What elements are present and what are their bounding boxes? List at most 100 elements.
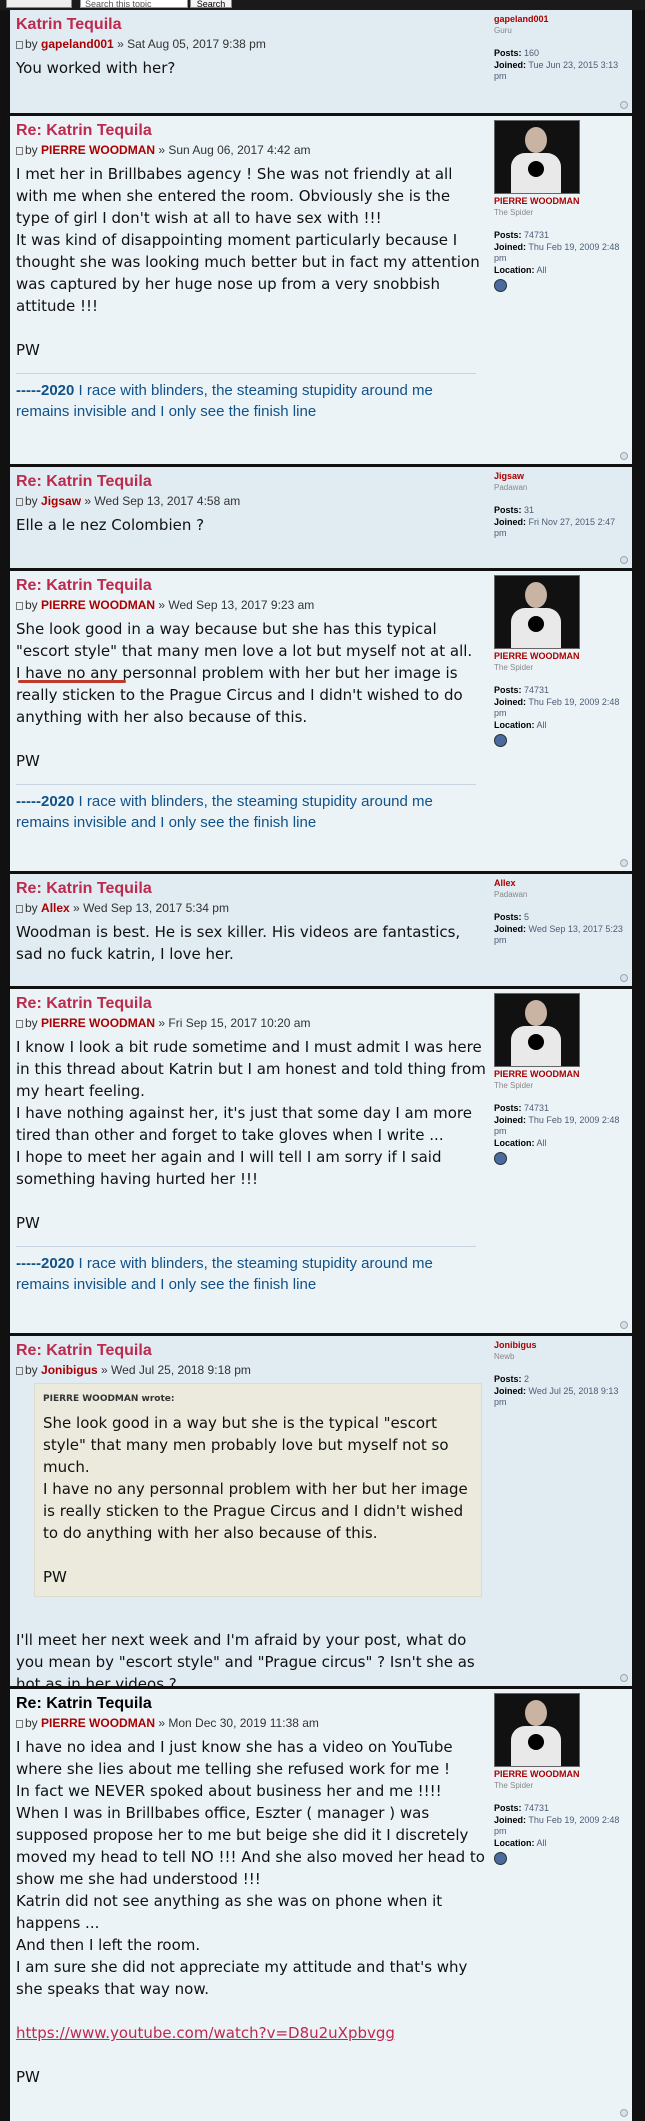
profile-name[interactable]: PIERRE WOODMAN [494,651,624,662]
post-link-icon[interactable] [16,1367,23,1375]
post-profile: PIERRE WOODMAN The Spider Posts: 74731 J… [494,120,624,292]
back-to-top-icon[interactable] [620,974,628,982]
youtube-link[interactable]: https://www.youtube.com/watch?v=D8u2uXpb… [16,2024,395,2042]
post-body: Re: Katrin Tequila by Allex » Wed Sep 13… [16,878,486,965]
post-content: You worked with her? [16,57,486,79]
profile-name[interactable]: PIERRE WOODMAN [494,1069,624,1080]
post-title[interactable]: Re: Katrin Tequila [16,577,486,595]
avatar[interactable] [494,575,580,649]
post: Katrin Tequila by gapeland001 » Sat Aug … [10,10,632,113]
post-date: Wed Sep 13, 2017 5:34 pm [83,901,229,915]
post-date: Wed Jul 25, 2018 9:18 pm [111,1363,251,1377]
post-body: Re: Katrin Tequila by PIERRE WOODMAN » F… [16,993,486,1295]
post-link-icon[interactable] [16,41,23,49]
post-content: I met her in Brillbabes agency ! She was… [16,163,486,361]
profile-posts: Posts: 2 [494,1374,530,1384]
profile-name[interactable]: PIERRE WOODMAN [494,1769,624,1780]
post-line: I hope to meet her again and I will tell… [16,1148,442,1188]
avatar[interactable] [494,993,580,1067]
post-link-icon[interactable] [16,1020,23,1028]
post-title[interactable]: Re: Katrin Tequila [16,880,486,898]
profile-rank: The Spider [494,663,534,672]
post-link-icon[interactable] [16,905,23,913]
search-input[interactable]: Search this topic [80,0,188,8]
post-profile: Allex Padawan Posts: 5 Joined: Wed Sep 1… [494,878,624,947]
back-to-top-icon[interactable] [620,452,628,460]
signature-text: I race with blinders, the steaming stupi… [16,1255,433,1293]
back-to-top-icon[interactable] [620,1674,628,1682]
post-author-line: by gapeland001 » Sat Aug 05, 2017 9:38 p… [16,37,486,51]
profile-location: Location: All [494,265,547,275]
back-to-top-icon[interactable] [620,859,628,867]
back-to-top-icon[interactable] [620,101,628,109]
profile-joined: Joined: Tue Jun 23, 2015 3:13 pm [494,60,619,81]
post-line: PW [16,752,40,770]
by-label: by [25,598,38,612]
post-line: When I was in Brillbabes office, Eszter … [16,1804,485,1888]
post-author-line: by PIERRE WOODMAN » Sun Aug 06, 2017 4:4… [16,143,486,157]
post-link-icon[interactable] [16,602,23,610]
post-link-icon[interactable] [16,498,23,506]
avatar[interactable] [494,1693,580,1767]
post-title[interactable]: Katrin Tequila [16,16,486,34]
profile-joined: Joined: Thu Feb 19, 2009 2:48 pm [494,1815,620,1836]
back-to-top-icon[interactable] [620,1321,628,1329]
post-title[interactable]: Re: Katrin Tequila [16,1695,486,1713]
post-author[interactable]: PIERRE WOODMAN [41,1016,155,1030]
signature-year: -----2020 [16,382,75,399]
post-line: I am sure she did not appreciate my atti… [16,1958,468,1998]
profile-name[interactable]: gapeland001 [494,14,624,25]
profile-joined: Joined: Thu Feb 19, 2009 2:48 pm [494,242,620,263]
post-date: Fri Sep 15, 2017 10:20 am [168,1016,311,1030]
post-date: Sat Aug 05, 2017 9:38 pm [127,37,266,51]
post-author[interactable]: gapeland001 [41,37,114,51]
post-author[interactable]: Jonibigus [41,1363,98,1377]
back-to-top-icon[interactable] [620,2109,628,2117]
profile-rank: Padawan [494,890,528,899]
post-link-icon[interactable] [16,147,23,155]
post-author[interactable]: Jigsaw [41,494,81,508]
by-label: by [25,901,38,915]
tools-button[interactable] [6,0,72,8]
post-link-icon[interactable] [16,1720,23,1728]
by-label: by [25,143,38,157]
profile-name[interactable]: Jonibigus [494,1340,624,1351]
post-line: Elle a le nez Colombien ? [16,516,205,534]
profile-joined: Joined: Fri Nov 27, 2015 2:47 pm [494,517,616,538]
post-line: I have no idea and I just know she has a… [16,1738,453,1778]
post-author[interactable]: Allex [41,901,70,915]
post-author-line: by Jonibigus » Wed Jul 25, 2018 9:18 pm [16,1363,486,1377]
profile-name[interactable]: PIERRE WOODMAN [494,196,624,207]
profile-joined: Joined: Thu Feb 19, 2009 2:48 pm [494,1115,620,1136]
post-content: I have no idea and I just know she has a… [16,1736,486,2088]
by-label: by [25,1363,38,1377]
post-profile: Jigsaw Padawan Posts: 31 Joined: Fri Nov… [494,471,624,540]
post-title[interactable]: Re: Katrin Tequila [16,473,486,491]
post-content: Elle a le nez Colombien ? [16,514,486,536]
avatar[interactable] [494,120,580,194]
post-author[interactable]: PIERRE WOODMAN [41,1716,155,1730]
search-button[interactable]: Search [190,0,232,9]
post: Re: Katrin Tequila by Allex » Wed Sep 13… [10,874,632,986]
spider-icon [528,1734,544,1750]
spider-icon [528,1034,544,1050]
rank-badge-icon [494,1152,507,1165]
post-profile: PIERRE WOODMAN The Spider Posts: 74731 J… [494,1693,624,1865]
profile-name[interactable]: Allex [494,878,624,889]
post-title[interactable]: Re: Katrin Tequila [16,1342,486,1360]
post-title[interactable]: Re: Katrin Tequila [16,122,486,140]
post-body: Katrin Tequila by gapeland001 » Sat Aug … [16,14,486,79]
post-title[interactable]: Re: Katrin Tequila [16,995,486,1013]
back-to-top-icon[interactable] [620,556,628,564]
by-label: by [25,1716,38,1730]
post-author[interactable]: PIERRE WOODMAN [41,143,155,157]
profile-name[interactable]: Jigsaw [494,471,624,482]
post-author-line: by PIERRE WOODMAN » Fri Sep 15, 2017 10:… [16,1016,486,1030]
profile-rank: Guru [494,26,512,35]
profile-rank: The Spider [494,1781,534,1790]
profile-posts: Posts: 5 [494,912,530,922]
post-line: And then I left the room. [16,1936,201,1954]
post-author[interactable]: PIERRE WOODMAN [41,598,155,612]
